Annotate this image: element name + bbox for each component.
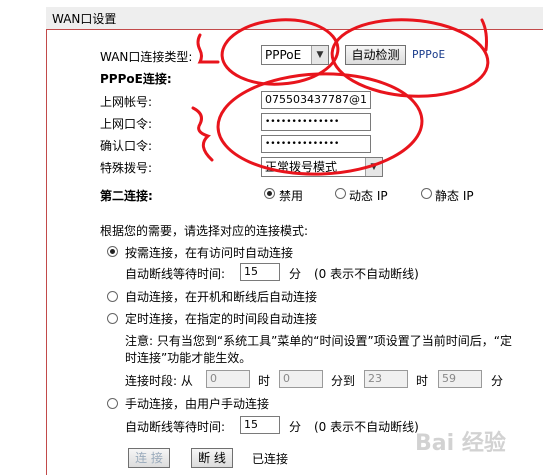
annotation-overlay	[191, 18, 490, 176]
annotation-stroke-right	[480, 18, 488, 52]
annotation-circle-account	[216, 72, 424, 176]
annotation-bracket-mid	[191, 106, 214, 162]
annotation-circle-type	[220, 18, 340, 86]
annotation-circle-detect	[330, 18, 490, 98]
annotation-bracket-top	[196, 33, 220, 64]
